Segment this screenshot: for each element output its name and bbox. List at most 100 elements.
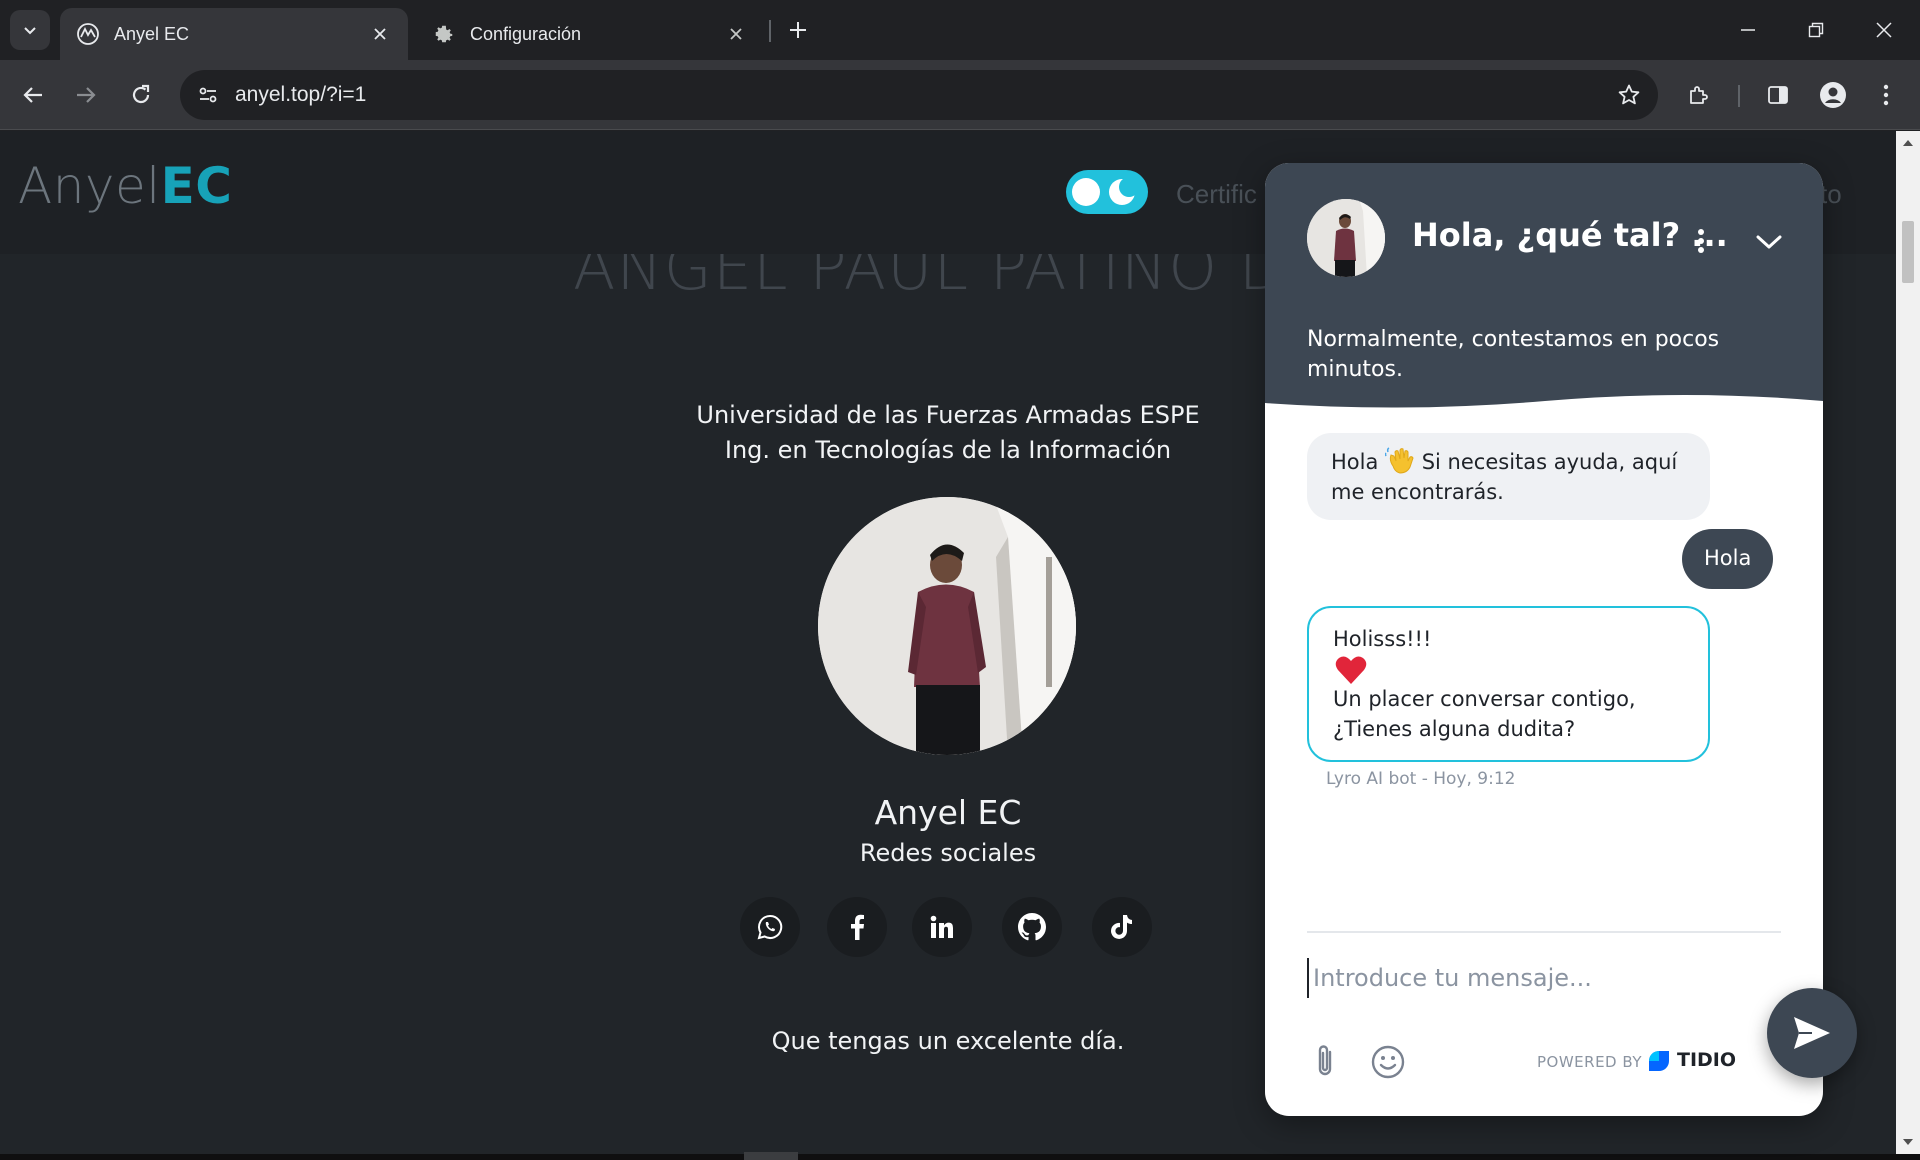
tab-bar: Anyel EC Configuración <box>0 0 1920 60</box>
user-avatar-icon <box>1820 82 1846 108</box>
address-bar[interactable]: anyel.top/?i=1 <box>180 70 1658 120</box>
display-name: Anyel EC <box>874 793 1022 832</box>
paperclip-icon <box>1318 1045 1332 1076</box>
profile-photo <box>818 497 1076 755</box>
powered-by-text: POWERED BY <box>1537 1053 1643 1071</box>
minimize-icon <box>1741 29 1755 31</box>
horizontal-scrollbar-thumb[interactable] <box>744 1152 798 1160</box>
url-text[interactable]: anyel.top/?i=1 <box>235 83 366 107</box>
moon-icon <box>1109 178 1136 205</box>
restore-button[interactable] <box>1782 0 1850 60</box>
kebab-menu-icon <box>1883 84 1889 106</box>
tab-search-button[interactable] <box>10 10 50 50</box>
side-panel-button[interactable] <box>1758 75 1798 115</box>
bot-message: Holisss!!! Un placer conversar contigo, … <box>1307 606 1710 762</box>
close-window-button[interactable] <box>1850 0 1918 60</box>
facebook-icon <box>851 914 864 940</box>
nav-link-contacto[interactable]: to <box>1820 179 1842 210</box>
page-scrollbar[interactable] <box>1896 131 1920 1154</box>
browser-menu-button[interactable] <box>1866 75 1906 115</box>
facebook-button[interactable] <box>827 897 887 957</box>
tab-anyel-ec[interactable]: Anyel EC <box>60 8 408 60</box>
nav-link-certificados[interactable]: Certific <box>1176 179 1257 210</box>
bot-message-text: Hola <box>1331 450 1379 474</box>
dark-mode-toggle[interactable] <box>1066 170 1148 214</box>
message-meta: Lyro AI bot - Hoy, 9:12 <box>1326 769 1516 789</box>
attach-file-button[interactable] <box>1307 1041 1343 1081</box>
toggle-knob <box>1072 178 1100 206</box>
brand-light-text: Anyel <box>18 157 161 215</box>
chat-divider <box>1307 931 1781 933</box>
horizontal-scrollbar <box>0 1154 1920 1160</box>
tiktok-button[interactable] <box>1092 897 1152 957</box>
send-message-button[interactable] <box>1767 988 1857 1078</box>
gear-icon <box>432 22 456 46</box>
tab-title: Configuración <box>470 23 582 44</box>
chat-response-time-text: Normalmente, contestamos en pocos minuto… <box>1307 327 1720 382</box>
puzzle-icon <box>1690 86 1708 104</box>
chat-header-wave <box>1265 391 1823 421</box>
chat-header: Hola, ¿qué tal? ... Normalmente, contest… <box>1265 163 1823 408</box>
degree-text: Ing. en Tecnologías de la Información <box>724 436 1172 464</box>
profile-button[interactable] <box>1813 75 1853 115</box>
whatsapp-button[interactable] <box>740 897 800 957</box>
tab-divider <box>769 20 771 42</box>
linkedin-button[interactable] <box>912 897 972 957</box>
chat-widget: Hola, ¿qué tal? ... Normalmente, contest… <box>1265 163 1823 1116</box>
close-icon <box>1876 22 1892 38</box>
forward-button[interactable] <box>66 75 106 115</box>
back-button[interactable] <box>13 75 53 115</box>
reload-button[interactable] <box>121 75 161 115</box>
browser-toolbar: anyel.top/?i=1 <box>0 60 1920 130</box>
kebab-menu-icon <box>1698 229 1704 253</box>
bookmark-star-icon[interactable] <box>1614 80 1644 110</box>
arrow-right-icon <box>77 87 96 103</box>
tidio-logo-icon[interactable] <box>1645 1047 1673 1075</box>
tiktok-icon <box>1111 915 1132 939</box>
greeting-text: Que tengas un excelente día. <box>771 1027 1125 1055</box>
chat-message-input[interactable] <box>1307 958 1747 998</box>
plus-icon <box>790 22 806 38</box>
github-button[interactable] <box>1002 897 1062 957</box>
chat-options-button[interactable] <box>1687 223 1715 259</box>
scrollbar-thumb[interactable] <box>1902 221 1914 283</box>
tab-configuracion[interactable]: Configuración <box>416 8 764 60</box>
whatsapp-icon <box>757 914 783 940</box>
bot-message: Hola Si necesitas ayuda, aquí me encontr… <box>1307 433 1710 520</box>
brand-accent-text: EC <box>160 157 233 215</box>
site-favicon-icon <box>76 22 100 46</box>
extensions-button[interactable] <box>1679 75 1719 115</box>
waving-hand-icon <box>1385 447 1414 474</box>
chevron-down-icon <box>1756 235 1782 249</box>
social-networks-label: Redes sociales <box>859 839 1037 867</box>
send-icon <box>1794 1017 1830 1049</box>
close-icon[interactable] <box>724 22 748 46</box>
arrow-left-icon <box>23 87 42 103</box>
site-info-icon[interactable] <box>192 79 224 111</box>
red-heart-icon <box>1335 656 1367 684</box>
scroll-up-arrow-icon[interactable] <box>1902 137 1914 149</box>
close-icon[interactable] <box>368 22 392 46</box>
tab-title: Anyel EC <box>114 23 190 44</box>
new-tab-button[interactable] <box>780 12 816 48</box>
user-message: Hola <box>1682 529 1774 589</box>
chat-agent-avatar <box>1307 199 1385 277</box>
site-brand-logo[interactable]: AnyelEC <box>18 157 233 215</box>
chevron-down-icon <box>24 27 36 35</box>
bot-message-text: Un placer conversar contigo, ¿Tienes alg… <box>1333 687 1636 741</box>
bot-message-text: Holisss!!! <box>1333 627 1432 651</box>
scroll-down-arrow-icon[interactable] <box>1902 1136 1914 1148</box>
github-icon <box>1018 913 1046 941</box>
toolbar-divider <box>1738 85 1740 107</box>
side-panel-icon <box>1768 86 1788 104</box>
chat-title: Hola, ¿qué tal? ... <box>1412 216 1728 254</box>
tidio-brand-text[interactable]: TIDIO <box>1677 1049 1736 1071</box>
bot-message-text: Si necesitas ayuda, aquí me encontrarás. <box>1331 450 1678 504</box>
smiley-icon <box>1371 1045 1405 1079</box>
restore-icon <box>1808 22 1824 38</box>
chat-minimize-button[interactable] <box>1752 225 1786 259</box>
university-text: Universidad de las Fuerzas Armadas ESPE <box>696 401 1200 429</box>
reload-icon <box>132 84 150 104</box>
minimize-button[interactable] <box>1714 0 1782 60</box>
emoji-picker-button[interactable] <box>1369 1043 1407 1081</box>
